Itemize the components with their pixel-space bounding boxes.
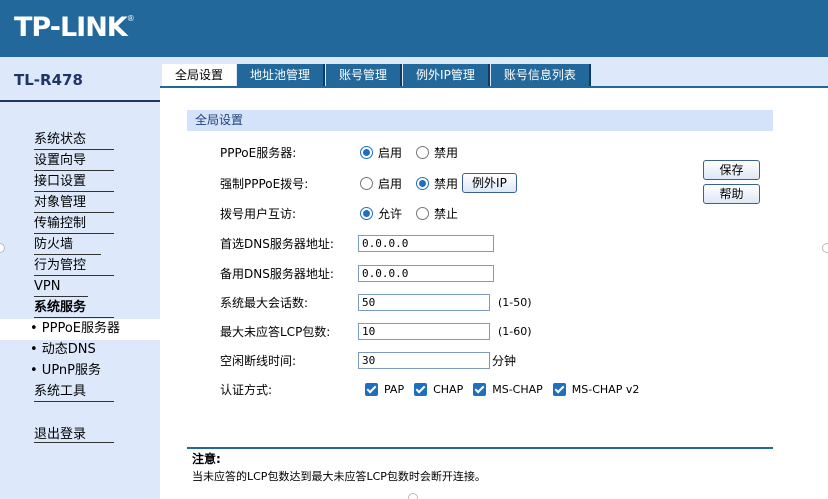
- range-hint: (1-50): [498, 295, 532, 309]
- checkbox-label: MS-CHAP v2: [571, 382, 640, 396]
- secondary-dns-input[interactable]: [358, 264, 494, 282]
- secondary-dns-row: 备用DNS服务器地址:: [160, 262, 760, 284]
- exception-ip-button[interactable]: 例外IP: [462, 173, 517, 193]
- field-label: 认证方式:: [220, 383, 273, 397]
- tp-link-logo: TP-LINK®: [14, 12, 135, 43]
- field-label: 首选DNS服务器地址:: [220, 237, 334, 251]
- divider: [0, 100, 160, 102]
- tab-account-management[interactable]: 账号管理: [326, 64, 403, 86]
- sidebar-item-behavior-control[interactable]: 行为管控: [0, 256, 160, 277]
- tab-global-settings[interactable]: 全局设置: [162, 64, 237, 86]
- field-label: 空闲断线时间:: [220, 354, 297, 368]
- sidebar-item-vpn[interactable]: VPN: [0, 277, 160, 298]
- auth-pap-checkbox[interactable]: [365, 382, 378, 396]
- auth-chap-checkbox[interactable]: [414, 382, 428, 396]
- pppoe-server-row: PPPoE服务器: 启用 禁用: [160, 141, 760, 163]
- sidebar-menu: 系统状态 设置向导 接口设置 对象管理 传输控制 防火墙 行为管控 VPN 系统…: [0, 130, 160, 403]
- user-interop-allow-radio[interactable]: [360, 206, 373, 220]
- force-pppoe-row: 强制PPPoE拨号: 启用 禁用 例外IP: [160, 172, 760, 194]
- sidebar-item-transmission-control[interactable]: 传输控制: [0, 214, 160, 235]
- sidebar-item-system-status[interactable]: 系统状态: [0, 130, 160, 151]
- radio-label: 启用: [378, 145, 403, 160]
- sidebar-item-pppoe-server[interactable]: • PPPoE服务器: [0, 319, 160, 340]
- radio-label: 禁用: [434, 176, 459, 191]
- primary-dns-input[interactable]: [358, 234, 494, 252]
- content-area: 全局设置 PPPoE服务器: 启用 禁用 强制PPPoE拨号: 启用 禁用 例外…: [160, 86, 828, 499]
- pppoe-server-enable-radio[interactable]: [360, 145, 373, 159]
- max-sessions-input[interactable]: [358, 293, 490, 311]
- range-hint: (1-60): [498, 324, 532, 338]
- divider: [187, 447, 773, 449]
- auth-mschap-checkbox[interactable]: [473, 382, 487, 396]
- help-button[interactable]: 帮助: [703, 184, 760, 204]
- radio-label: 允许: [378, 206, 403, 221]
- radio-label: 启用: [378, 176, 403, 191]
- primary-dns-row: 首选DNS服务器地址:: [160, 232, 760, 254]
- logout-link[interactable]: 退出登录: [34, 423, 115, 443]
- radio-label: 禁止: [434, 206, 459, 221]
- tab-address-pool[interactable]: 地址池管理: [237, 64, 326, 86]
- model-name: TL-R478: [14, 71, 83, 89]
- unit-label: 分钟: [492, 353, 517, 368]
- idle-time-input[interactable]: [358, 351, 490, 369]
- user-interop-deny-radio[interactable]: [416, 206, 430, 220]
- sidebar-item-system-tools[interactable]: 系统工具: [0, 382, 160, 403]
- checkbox-label: PAP: [384, 382, 405, 396]
- idle-time-row: 空闲断线时间: 分钟: [160, 349, 760, 371]
- auth-method-row: 认证方式: PAP CHAP MS-CHAP MS-CHAP v2: [160, 378, 760, 400]
- sidebar-item-object-management[interactable]: 对象管理: [0, 193, 160, 214]
- frame-handle: [822, 243, 828, 253]
- field-label: 最大未应答LCP包数:: [220, 325, 331, 339]
- field-label: 备用DNS服务器地址:: [220, 267, 334, 281]
- max-sessions-row: 系统最大会话数: (1-50): [160, 291, 760, 313]
- sidebar-item-ddns[interactable]: • 动态DNS: [0, 340, 160, 361]
- sidebar-item-firewall[interactable]: 防火墙: [0, 235, 160, 256]
- tab-bar: 全局设置 地址池管理 账号管理 例外IP管理 账号信息列表: [162, 64, 592, 86]
- sidebar-item-setup-wizard[interactable]: 设置向导: [0, 151, 160, 172]
- main-panel: 全局设置 地址池管理 账号管理 例外IP管理 账号信息列表 全局设置 PPPoE…: [160, 57, 828, 499]
- sidebar-item-upnp[interactable]: • UPnP服务: [0, 361, 160, 382]
- max-lcp-row: 最大未应答LCP包数: (1-60): [160, 320, 760, 342]
- checkbox-label: MS-CHAP: [492, 382, 543, 396]
- auth-mschapv2-checkbox[interactable]: [552, 382, 566, 396]
- frame-handle: [408, 493, 418, 499]
- max-lcp-input[interactable]: [358, 322, 490, 340]
- note-body: 当未应答的LCP包数达到最大未应答LCP包数时会断开连接。: [192, 470, 486, 483]
- sidebar-item-system-services[interactable]: 系统服务: [0, 298, 160, 319]
- user-interop-row: 拨号用户互访: 允许 禁止: [160, 202, 760, 224]
- checkbox-label: CHAP: [433, 382, 464, 396]
- field-label: 拨号用户互访:: [220, 207, 297, 221]
- section-title: 全局设置: [187, 110, 773, 131]
- sidebar-item-interface-settings[interactable]: 接口设置: [0, 172, 160, 193]
- tab-account-info-list[interactable]: 账号信息列表: [490, 64, 591, 86]
- tab-exception-ip[interactable]: 例外IP管理: [403, 64, 490, 86]
- save-button[interactable]: 保存: [703, 160, 760, 180]
- field-label: 强制PPPoE拨号:: [220, 177, 309, 191]
- pppoe-server-disable-radio[interactable]: [416, 145, 430, 159]
- field-label: 系统最大会话数:: [220, 296, 309, 310]
- force-pppoe-enable-radio[interactable]: [360, 176, 373, 190]
- sidebar: TL-R478 系统状态 设置向导 接口设置 对象管理 传输控制 防火墙 行为管…: [0, 57, 160, 499]
- header-bar: TP-LINK®: [0, 0, 828, 57]
- force-pppoe-disable-radio[interactable]: [416, 176, 430, 190]
- radio-label: 禁用: [434, 145, 459, 160]
- field-label: PPPoE服务器:: [220, 146, 297, 160]
- note-title: 注意:: [192, 452, 221, 466]
